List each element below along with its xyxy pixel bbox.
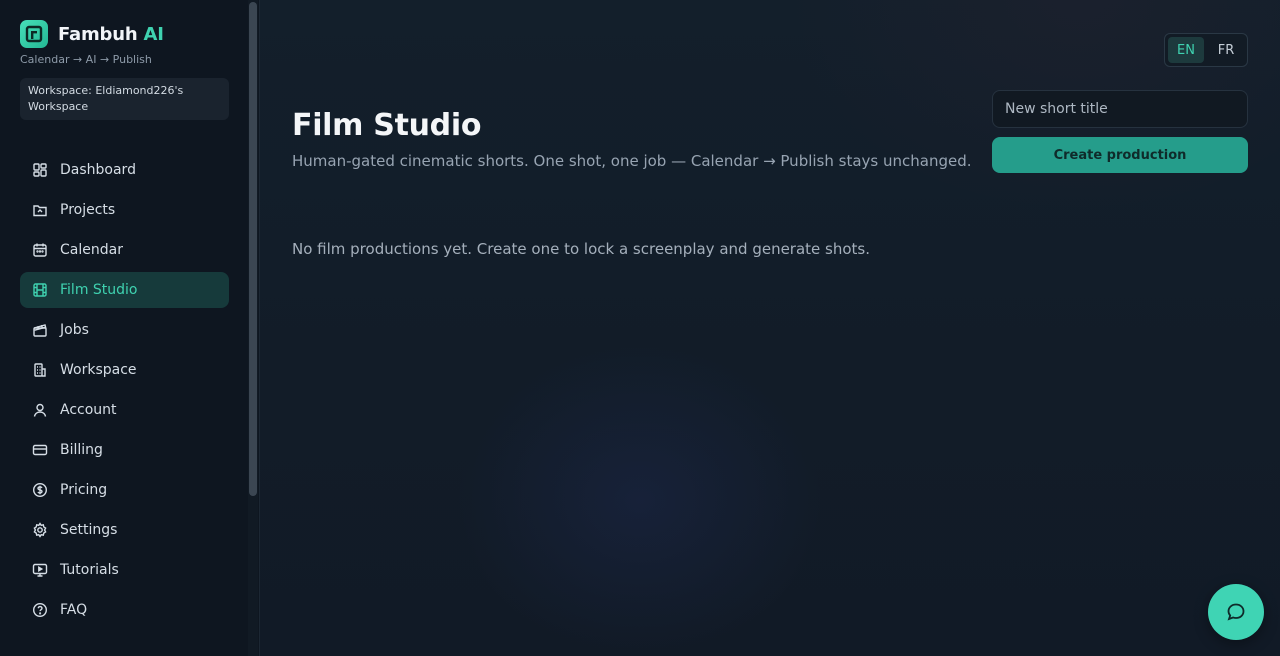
- calendar-icon: [33, 243, 47, 257]
- sidebar-item-label: Settings: [60, 522, 118, 538]
- lang-en-button[interactable]: EN: [1168, 37, 1204, 63]
- film-icon: [33, 283, 47, 297]
- sidebar-item-label: Projects: [60, 202, 116, 218]
- sidebar-item-label: Tutorials: [60, 562, 119, 578]
- sidebar-item-label: Film Studio: [60, 282, 138, 298]
- sidebar-item-label: FAQ: [60, 602, 88, 618]
- chat-button[interactable]: [1208, 584, 1264, 640]
- lang-fr-button[interactable]: FR: [1208, 37, 1244, 63]
- sidebar-item-pricing[interactable]: Pricing: [20, 472, 229, 508]
- sidebar-item-faq[interactable]: FAQ: [20, 592, 229, 628]
- sidebar-item-tutorials[interactable]: Tutorials: [20, 552, 229, 588]
- main-content: EN FR Film Studio Human-gated cinematic …: [260, 0, 1280, 656]
- app: Fambuh AI Calendar → AI → Publish Worksp…: [0, 0, 1280, 656]
- scrollbar-thumb[interactable]: [249, 2, 257, 496]
- sidebar-item-calendar[interactable]: Calendar: [20, 232, 229, 268]
- workspace-selector[interactable]: Workspace: Eldiamond226's Workspace: [20, 78, 229, 120]
- sidebar-item-label: Pricing: [60, 482, 108, 498]
- sidebar-item-label: Dashboard: [60, 162, 136, 178]
- help-circle-icon: [32, 602, 48, 618]
- user-icon: [33, 403, 47, 417]
- folder-icon: [33, 205, 47, 217]
- sidebar-scrollbar[interactable]: [248, 0, 258, 656]
- brand-name: Fambuh AI: [58, 23, 164, 45]
- gear-icon: [33, 522, 47, 538]
- logo-icon: [20, 20, 48, 48]
- dashboard-icon: [33, 163, 47, 177]
- tagline: Calendar → AI → Publish: [20, 53, 152, 66]
- clapperboard-icon: [33, 324, 47, 337]
- language-toggle: EN FR: [1164, 33, 1248, 67]
- chat-bubble-icon: [1227, 603, 1245, 621]
- dollar-circle-icon: [32, 482, 48, 498]
- building-icon: [34, 363, 46, 377]
- sidebar-item-dashboard[interactable]: Dashboard: [20, 152, 229, 188]
- sidebar-item-account[interactable]: Account: [20, 392, 229, 428]
- sidebar-item-workspace[interactable]: Workspace: [20, 352, 229, 388]
- sidebar-item-label: Billing: [60, 442, 103, 458]
- short-title-input[interactable]: [992, 90, 1248, 128]
- sidebar-item-label: Calendar: [60, 242, 123, 258]
- page-subtitle: Human-gated cinematic shorts. One shot, …: [292, 152, 972, 170]
- sidebar-item-projects[interactable]: Projects: [20, 192, 229, 228]
- sidebar-item-label: Workspace: [60, 362, 137, 378]
- create-production-button[interactable]: Create production: [992, 137, 1248, 173]
- sidebar: Fambuh AI Calendar → AI → Publish Worksp…: [0, 0, 260, 656]
- sidebar-item-jobs[interactable]: Jobs: [20, 312, 229, 348]
- credit-card-icon: [32, 444, 48, 456]
- play-monitor-icon: [32, 563, 48, 577]
- sidebar-item-label: Account: [60, 402, 117, 418]
- page-title: Film Studio: [292, 108, 482, 143]
- sidebar-item-label: Jobs: [60, 322, 89, 338]
- sidebar-item-film-studio[interactable]: Film Studio: [20, 272, 229, 308]
- brand[interactable]: Fambuh AI: [20, 20, 239, 48]
- sidebar-item-billing[interactable]: Billing: [20, 432, 229, 468]
- empty-state-message: No film productions yet. Create one to l…: [292, 240, 870, 258]
- sidebar-nav: Dashboard Projects Calendar Film Studio …: [20, 152, 239, 628]
- sidebar-item-settings[interactable]: Settings: [20, 512, 229, 548]
